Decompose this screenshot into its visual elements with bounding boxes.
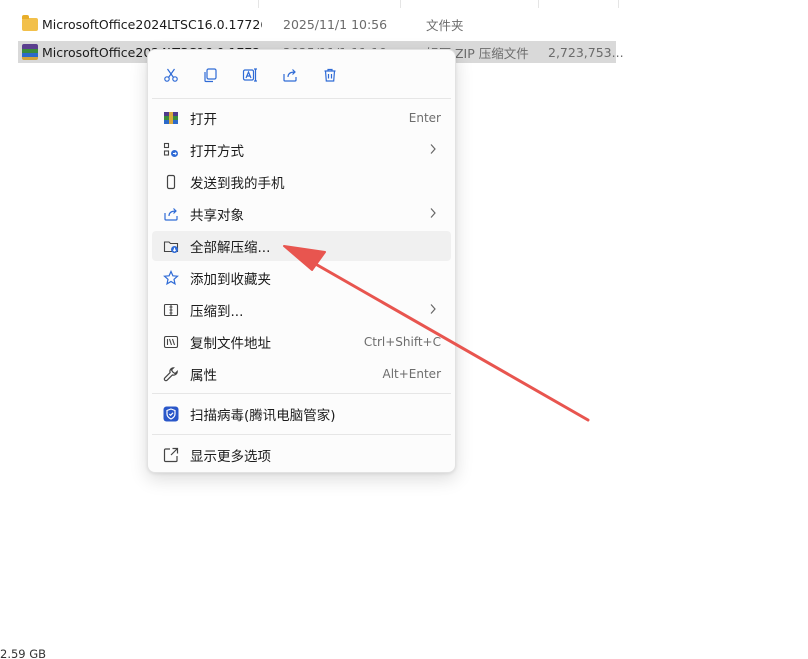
explorer-window: MicrosoftOffice2024LTSC16.0.17726.... 20… — [0, 0, 808, 659]
annotation-arrow — [283, 245, 590, 422]
